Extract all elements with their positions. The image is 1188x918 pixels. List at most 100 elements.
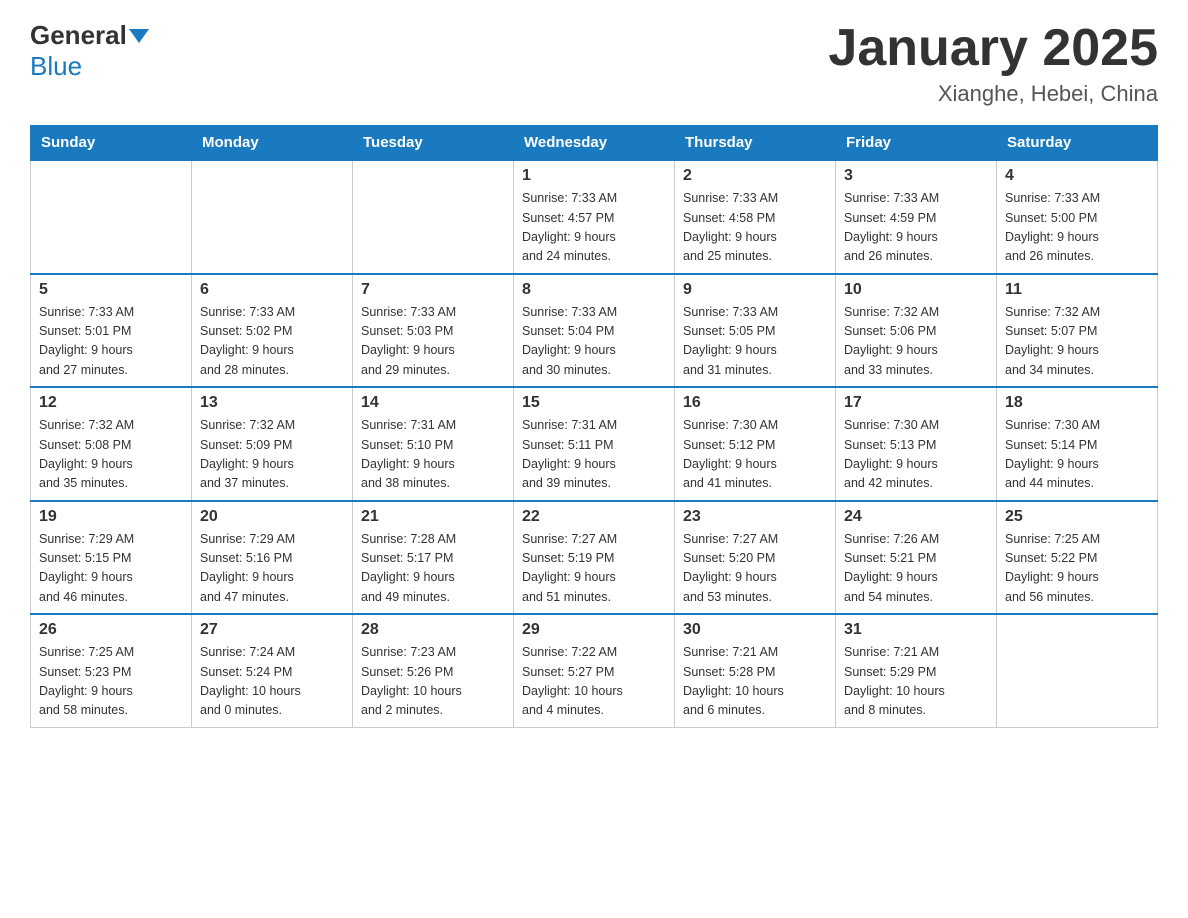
day-number: 28 xyxy=(361,621,505,639)
calendar-cell xyxy=(997,614,1158,727)
logo-arrow-icon xyxy=(129,29,149,43)
day-info: Sunrise: 7:29 AM Sunset: 5:16 PM Dayligh… xyxy=(200,530,344,608)
calendar-week-row: 19Sunrise: 7:29 AM Sunset: 5:15 PM Dayli… xyxy=(31,501,1158,615)
calendar-cell: 6 Sunrise: 7:33 AM Sunset: 5:02 PM Daylig… xyxy=(192,274,353,388)
day-info: Sunrise: 7:22 AM Sunset: 5:27 PM Dayligh… xyxy=(522,643,666,721)
calendar-header-monday: Monday xyxy=(192,126,353,161)
calendar-cell: 11 Sunrise: 7:32 AM Sunset: 5:07 PM Dayli… xyxy=(997,274,1158,388)
day-number: 12 xyxy=(39,394,183,412)
day-number: 25 xyxy=(1005,508,1149,526)
calendar-table: SundayMondayTuesdayWednesdayThursdayFrid… xyxy=(30,125,1158,728)
day-number: 2 xyxy=(683,167,827,185)
day-number: 3 xyxy=(844,167,988,185)
calendar-cell: 3 Sunrise: 7:33 AM Sunset: 4:59 PM Daylig… xyxy=(836,160,997,274)
day-info: Sunrise: 7:29 AM Sunset: 5:15 PM Dayligh… xyxy=(39,530,183,608)
calendar-cell xyxy=(353,160,514,274)
calendar-header-friday: Friday xyxy=(836,126,997,161)
calendar-header-wednesday: Wednesday xyxy=(514,126,675,161)
calendar-cell: 1 Sunrise: 7:33 AM Sunset: 4:57 PM Daylig… xyxy=(514,160,675,274)
day-info: Sunrise: 7:33 AM Sunset: 5:02 PM Dayligh… xyxy=(200,303,344,381)
day-info: Sunrise: 7:21 AM Sunset: 5:28 PM Dayligh… xyxy=(683,643,827,721)
calendar-header-saturday: Saturday xyxy=(997,126,1158,161)
day-number: 17 xyxy=(844,394,988,412)
day-info: Sunrise: 7:30 AM Sunset: 5:13 PM Dayligh… xyxy=(844,416,988,494)
day-number: 14 xyxy=(361,394,505,412)
day-info: Sunrise: 7:33 AM Sunset: 4:59 PM Dayligh… xyxy=(844,189,988,267)
calendar-cell: 31 Sunrise: 7:21 AM Sunset: 5:29 PM Dayli… xyxy=(836,614,997,727)
day-number: 21 xyxy=(361,508,505,526)
calendar-cell xyxy=(192,160,353,274)
day-number: 18 xyxy=(1005,394,1149,412)
day-number: 26 xyxy=(39,621,183,639)
day-info: Sunrise: 7:25 AM Sunset: 5:23 PM Dayligh… xyxy=(39,643,183,721)
day-number: 4 xyxy=(1005,167,1149,185)
calendar-cell: 30Sunrise: 7:21 AM Sunset: 5:28 PM Dayli… xyxy=(675,614,836,727)
day-number: 10 xyxy=(844,281,988,299)
day-number: 27 xyxy=(200,621,344,639)
calendar-week-row: 5Sunrise: 7:33 AM Sunset: 5:01 PM Daylig… xyxy=(31,274,1158,388)
day-info: Sunrise: 7:27 AM Sunset: 5:19 PM Dayligh… xyxy=(522,530,666,608)
day-info: Sunrise: 7:32 AM Sunset: 5:08 PM Dayligh… xyxy=(39,416,183,494)
day-number: 22 xyxy=(522,508,666,526)
day-number: 6 xyxy=(200,281,344,299)
day-number: 5 xyxy=(39,281,183,299)
calendar-cell: 17 Sunrise: 7:30 AM Sunset: 5:13 PM Dayli… xyxy=(836,387,997,501)
calendar-cell xyxy=(31,160,192,274)
day-info: Sunrise: 7:30 AM Sunset: 5:14 PM Dayligh… xyxy=(1005,416,1149,494)
day-number: 8 xyxy=(522,281,666,299)
day-info: Sunrise: 7:33 AM Sunset: 5:03 PM Dayligh… xyxy=(361,303,505,381)
title-block: January 2025 Xianghe, Hebei, China xyxy=(828,20,1158,107)
day-number: 7 xyxy=(361,281,505,299)
calendar-cell: 9Sunrise: 7:33 AM Sunset: 5:05 PM Daylig… xyxy=(675,274,836,388)
day-info: Sunrise: 7:27 AM Sunset: 5:20 PM Dayligh… xyxy=(683,530,827,608)
day-number: 1 xyxy=(522,167,666,185)
calendar-cell: 12 Sunrise: 7:32 AM Sunset: 5:08 PM Dayli… xyxy=(31,387,192,501)
calendar-cell: 10Sunrise: 7:32 AM Sunset: 5:06 PM Dayli… xyxy=(836,274,997,388)
calendar-cell: 4 Sunrise: 7:33 AM Sunset: 5:00 PM Daylig… xyxy=(997,160,1158,274)
calendar-cell: 7 Sunrise: 7:33 AM Sunset: 5:03 PM Daylig… xyxy=(353,274,514,388)
calendar-cell: 15 Sunrise: 7:31 AM Sunset: 5:11 PM Dayli… xyxy=(514,387,675,501)
calendar-cell: 20 Sunrise: 7:29 AM Sunset: 5:16 PM Dayli… xyxy=(192,501,353,615)
day-info: Sunrise: 7:30 AM Sunset: 5:12 PM Dayligh… xyxy=(683,416,827,494)
calendar-cell: 27Sunrise: 7:24 AM Sunset: 5:24 PM Dayli… xyxy=(192,614,353,727)
day-number: 20 xyxy=(200,508,344,526)
calendar-cell: 19Sunrise: 7:29 AM Sunset: 5:15 PM Dayli… xyxy=(31,501,192,615)
day-info: Sunrise: 7:33 AM Sunset: 5:00 PM Dayligh… xyxy=(1005,189,1149,267)
day-number: 31 xyxy=(844,621,988,639)
day-info: Sunrise: 7:28 AM Sunset: 5:17 PM Dayligh… xyxy=(361,530,505,608)
calendar-cell: 13Sunrise: 7:32 AM Sunset: 5:09 PM Dayli… xyxy=(192,387,353,501)
calendar-cell: 23Sunrise: 7:27 AM Sunset: 5:20 PM Dayli… xyxy=(675,501,836,615)
day-info: Sunrise: 7:23 AM Sunset: 5:26 PM Dayligh… xyxy=(361,643,505,721)
day-number: 11 xyxy=(1005,281,1149,299)
calendar-cell: 21 Sunrise: 7:28 AM Sunset: 5:17 PM Dayli… xyxy=(353,501,514,615)
day-number: 24 xyxy=(844,508,988,526)
calendar-cell: 24 Sunrise: 7:26 AM Sunset: 5:21 PM Dayli… xyxy=(836,501,997,615)
calendar-cell: 14 Sunrise: 7:31 AM Sunset: 5:10 PM Dayli… xyxy=(353,387,514,501)
day-info: Sunrise: 7:31 AM Sunset: 5:10 PM Dayligh… xyxy=(361,416,505,494)
day-info: Sunrise: 7:32 AM Sunset: 5:07 PM Dayligh… xyxy=(1005,303,1149,381)
calendar-cell: 22 Sunrise: 7:27 AM Sunset: 5:19 PM Dayli… xyxy=(514,501,675,615)
day-number: 29 xyxy=(522,621,666,639)
calendar-cell: 26 Sunrise: 7:25 AM Sunset: 5:23 PM Dayli… xyxy=(31,614,192,727)
day-info: Sunrise: 7:25 AM Sunset: 5:22 PM Dayligh… xyxy=(1005,530,1149,608)
day-info: Sunrise: 7:31 AM Sunset: 5:11 PM Dayligh… xyxy=(522,416,666,494)
calendar-cell: 8 Sunrise: 7:33 AM Sunset: 5:04 PM Daylig… xyxy=(514,274,675,388)
calendar-header-sunday: Sunday xyxy=(31,126,192,161)
day-number: 15 xyxy=(522,394,666,412)
calendar-cell: 16Sunrise: 7:30 AM Sunset: 5:12 PM Dayli… xyxy=(675,387,836,501)
day-info: Sunrise: 7:26 AM Sunset: 5:21 PM Dayligh… xyxy=(844,530,988,608)
day-info: Sunrise: 7:33 AM Sunset: 4:57 PM Dayligh… xyxy=(522,189,666,267)
logo-blue-text: Blue xyxy=(30,51,82,81)
page-header: General Blue January 2025 Xianghe, Hebei… xyxy=(30,20,1158,107)
month-title: January 2025 xyxy=(828,20,1158,77)
day-number: 9 xyxy=(683,281,827,299)
day-info: Sunrise: 7:33 AM Sunset: 4:58 PM Dayligh… xyxy=(683,189,827,267)
calendar-cell: 5Sunrise: 7:33 AM Sunset: 5:01 PM Daylig… xyxy=(31,274,192,388)
calendar-week-row: 12 Sunrise: 7:32 AM Sunset: 5:08 PM Dayli… xyxy=(31,387,1158,501)
calendar-header-tuesday: Tuesday xyxy=(353,126,514,161)
location: Xianghe, Hebei, China xyxy=(828,81,1158,107)
calendar-cell: 29 Sunrise: 7:22 AM Sunset: 5:27 PM Dayli… xyxy=(514,614,675,727)
day-info: Sunrise: 7:33 AM Sunset: 5:04 PM Dayligh… xyxy=(522,303,666,381)
day-info: Sunrise: 7:32 AM Sunset: 5:09 PM Dayligh… xyxy=(200,416,344,494)
day-info: Sunrise: 7:21 AM Sunset: 5:29 PM Dayligh… xyxy=(844,643,988,721)
